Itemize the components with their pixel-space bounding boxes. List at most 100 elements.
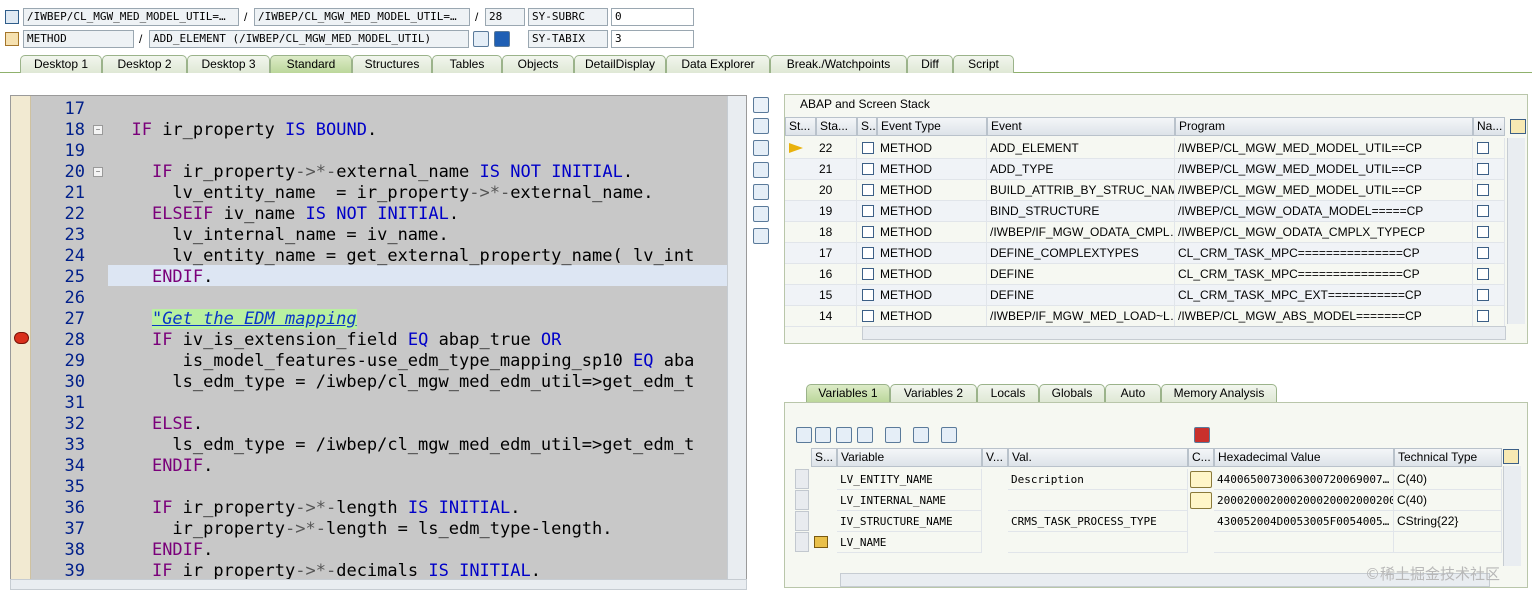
row-selector[interactable] xyxy=(795,511,809,531)
technical-type[interactable]: CString{22} xyxy=(1394,511,1502,532)
stack-column-header[interactable]: St... xyxy=(785,117,816,136)
sysvar-name-field-2[interactable]: SY-TABIX xyxy=(528,30,608,48)
hex-value[interactable]: 430052004D0053005F0054005… xyxy=(1214,511,1394,532)
editor-horizontal-scrollbar[interactable] xyxy=(10,579,747,590)
include-field[interactable]: /IWBEP/CL_MGW_MED_MODEL_UTIL=… xyxy=(254,8,470,26)
technical-type[interactable]: C(40) xyxy=(1394,490,1502,511)
import-icon[interactable] xyxy=(815,427,831,443)
tab-diff[interactable]: Diff xyxy=(907,55,953,73)
code-line[interactable]: ENDIF. xyxy=(111,456,213,477)
sysvar-name-field[interactable]: SY-SUBRC xyxy=(528,8,608,26)
line-number-field[interactable]: 28 xyxy=(485,8,525,26)
source-code-editor[interactable]: 17 18− IF ir_property IS BOUND. 19 20− IF i… xyxy=(10,95,747,580)
tab-data-explorer[interactable]: Data Explorer xyxy=(666,55,770,73)
program-field[interactable]: /IWBEP/CL_MGW_MED_MODEL_UTIL=… xyxy=(23,8,239,26)
navigate-icon[interactable] xyxy=(1477,226,1489,238)
code-line[interactable]: lv_internal_name = iv_name. xyxy=(111,225,448,246)
code-line[interactable]: IF iv_is_extension_field EQ abap_true OR xyxy=(111,330,561,351)
navigate-icon[interactable] xyxy=(1477,142,1489,154)
stack-layout-icon[interactable] xyxy=(1510,119,1526,134)
stack-horizontal-scrollbar[interactable] xyxy=(862,326,1506,340)
resize-tool-icon[interactable] xyxy=(753,184,769,200)
variable-name[interactable]: LV_INTERNAL_NAME xyxy=(837,490,982,511)
save-icon[interactable] xyxy=(1194,427,1210,443)
navigate-icon[interactable] xyxy=(1477,289,1489,301)
edit-pencil-icon[interactable] xyxy=(1190,492,1212,509)
tab-locals[interactable]: Locals xyxy=(977,384,1039,402)
swap-tool-icon[interactable] xyxy=(753,140,769,156)
tab-tables[interactable]: Tables xyxy=(432,55,502,73)
local-icon[interactable] xyxy=(857,427,873,443)
refresh-icon[interactable] xyxy=(913,427,929,443)
stack-column-header[interactable]: S... xyxy=(857,117,877,136)
editor-vertical-scrollbar[interactable] xyxy=(727,96,746,579)
variables-column-header[interactable]: C... xyxy=(1188,448,1214,467)
edit-pencil-icon[interactable] xyxy=(1190,471,1212,488)
tab-break-watchpoints[interactable]: Break./Watchpoints xyxy=(770,55,907,73)
event-type-field[interactable]: METHOD xyxy=(23,30,134,48)
row-selector[interactable] xyxy=(795,490,809,510)
variable-value[interactable] xyxy=(1008,490,1188,511)
code-line[interactable]: IF ir_property->*-length IS INITIAL. xyxy=(111,498,521,519)
code-line[interactable]: IF ir_property IS BOUND. xyxy=(111,120,377,141)
navigate-icon[interactable] xyxy=(1477,268,1489,280)
variables-layout-icon[interactable] xyxy=(1503,449,1519,464)
code-line[interactable]: ENDIF. xyxy=(111,267,213,288)
tab-objects[interactable]: Objects xyxy=(502,55,574,73)
maximize-tool-icon[interactable] xyxy=(753,162,769,178)
delete-icon[interactable] xyxy=(796,427,812,443)
info-icon[interactable] xyxy=(494,31,510,47)
navigate-icon[interactable] xyxy=(1477,184,1489,196)
variables-column-header[interactable]: Variable xyxy=(837,448,982,467)
stack-column-header[interactable]: Program xyxy=(1175,117,1473,136)
code-line[interactable]: ls_edm_type = /iwbep/cl_mgw_med_edm_util… xyxy=(111,372,694,393)
variable-name[interactable]: LV_NAME xyxy=(837,532,982,553)
variables-column-header[interactable]: Val. xyxy=(1008,448,1188,467)
code-line[interactable]: ELSEIF iv_name IS NOT INITIAL. xyxy=(111,204,459,225)
code-line[interactable]: lv_entity_name = ir_property->*-external… xyxy=(111,183,653,204)
variables-column-header[interactable]: Technical Type xyxy=(1394,448,1502,467)
fold-toggle[interactable]: − xyxy=(93,125,103,135)
variables-vertical-scrollbar[interactable] xyxy=(1503,466,1521,566)
code-line[interactable]: "Get the EDM mapping xyxy=(111,309,357,330)
fold-toggle[interactable]: − xyxy=(93,167,103,177)
tab-auto[interactable]: Auto xyxy=(1105,384,1161,402)
copy-icon[interactable] xyxy=(941,427,957,443)
tab-memory-analysis[interactable]: Memory Analysis xyxy=(1161,384,1277,402)
breakpoint-marker-icon[interactable] xyxy=(14,332,29,344)
tab-desktop-1[interactable]: Desktop 1 xyxy=(20,55,102,73)
row-selector[interactable] xyxy=(795,469,809,489)
stack-column-header[interactable]: Sta... xyxy=(816,117,857,136)
display-object-icon[interactable] xyxy=(473,31,489,47)
tab-variables-2[interactable]: Variables 2 xyxy=(890,384,977,402)
event-field[interactable]: ADD_ELEMENT (/IWBEP/CL_MGW_MED_MODEL_UTI… xyxy=(149,30,469,48)
hex-value[interactable] xyxy=(1214,532,1394,553)
tab-globals[interactable]: Globals xyxy=(1039,384,1105,402)
close-icon[interactable] xyxy=(753,97,769,113)
navigate-icon[interactable] xyxy=(1477,247,1489,259)
services-tool-icon[interactable] xyxy=(753,206,769,222)
tab-standard[interactable]: Standard xyxy=(270,55,352,73)
tree-icon[interactable] xyxy=(885,427,901,443)
hex-value[interactable]: 2000200020002000200020002000… xyxy=(1214,490,1394,511)
code-line[interactable]: ENDIF. xyxy=(111,540,213,561)
code-line[interactable]: lv_entity_name = get_external_property_n… xyxy=(111,246,694,267)
stack-column-header[interactable]: Na... xyxy=(1473,117,1505,136)
variable-name[interactable]: LV_ENTITY_NAME xyxy=(837,469,982,490)
tab-structures[interactable]: Structures xyxy=(352,55,432,73)
code-line[interactable]: is_model_features-use_edm_type_mapping_s… xyxy=(111,351,695,372)
code-line[interactable]: ir_property->*-length = ls_edm_type-leng… xyxy=(111,519,612,540)
variables-column-header[interactable]: S... xyxy=(811,448,837,467)
tab-desktop-3[interactable]: Desktop 3 xyxy=(187,55,270,73)
settings-tool-icon[interactable] xyxy=(753,228,769,244)
stack-column-header[interactable]: Event Type xyxy=(877,117,987,136)
tab-detaildisplay[interactable]: DetailDisplay xyxy=(574,55,666,73)
code-line[interactable]: ELSE. xyxy=(111,414,203,435)
sysvar-value-field[interactable]: 0 xyxy=(611,8,694,26)
code-line[interactable]: IF ir_property->*-external_name IS NOT I… xyxy=(111,162,633,183)
code-line[interactable]: ls_edm_type = /iwbep/cl_mgw_med_edm_util… xyxy=(111,435,694,456)
variable-value[interactable]: CRMS_TASK_PROCESS_TYPE xyxy=(1008,511,1188,532)
navigate-icon[interactable] xyxy=(1477,310,1489,322)
tab-desktop-2[interactable]: Desktop 2 xyxy=(102,55,187,73)
technical-type[interactable] xyxy=(1394,532,1502,553)
